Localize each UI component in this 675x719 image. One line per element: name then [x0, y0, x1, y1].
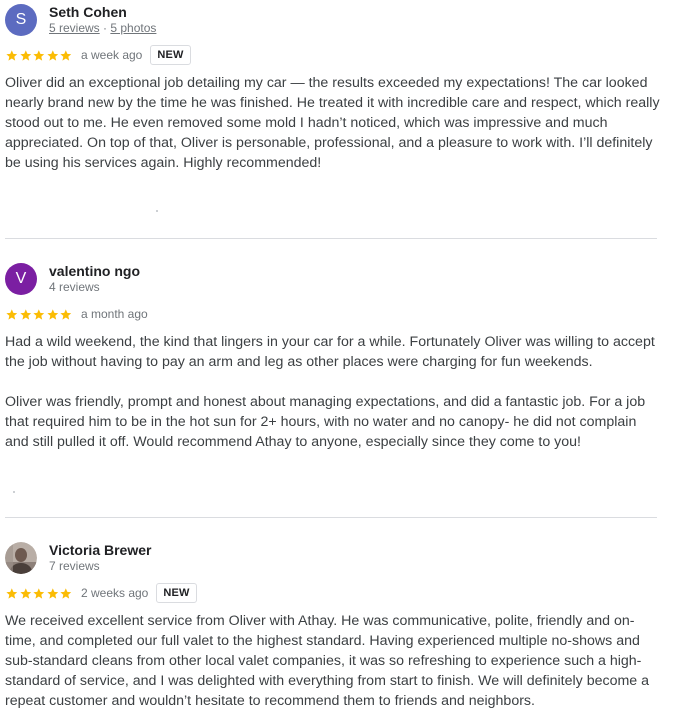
- star-icon: [33, 49, 45, 61]
- review-paragraph: Oliver was friendly, prompt and honest a…: [5, 394, 646, 450]
- star-icon: [33, 308, 45, 320]
- star-icon: [47, 49, 58, 61]
- rating-row: a week ago NEW: [5, 44, 191, 66]
- review-time: 2 weeks ago: [80, 586, 149, 600]
- meta-separator: ·: [103, 21, 108, 35]
- reviewer-name[interactable]: Seth Cohen: [49, 4, 127, 20]
- review-text: We received excellent service from Olive…: [5, 611, 660, 711]
- reviewer-name[interactable]: valentino ngo: [49, 263, 140, 279]
- reviews-count[interactable]: 7 reviews: [49, 559, 100, 573]
- review-paragraph: Oliver did an exceptional job detailing …: [5, 75, 660, 171]
- review-divider: [5, 517, 657, 518]
- review-divider: [5, 238, 657, 239]
- star-rating: [5, 308, 73, 321]
- review-paragraph: Had a wild weekend, the kind that linger…: [5, 334, 655, 370]
- reviews-count[interactable]: 4 reviews: [49, 280, 100, 294]
- star-icon: [60, 308, 72, 320]
- avatar[interactable]: [5, 542, 37, 574]
- reviewer-meta: 5 reviews · 5 photos: [49, 21, 156, 35]
- star-icon: [33, 587, 45, 599]
- avatar[interactable]: V: [5, 263, 37, 295]
- decorative-dot: [13, 491, 15, 493]
- star-rating: [5, 587, 73, 600]
- rating-row: 2 weeks ago NEW: [5, 582, 197, 604]
- profile-photo: [5, 542, 37, 574]
- star-rating: [5, 49, 73, 62]
- star-icon: [47, 587, 58, 599]
- star-icon: [6, 308, 18, 320]
- review-paragraph: We received excellent service from Olive…: [5, 613, 650, 709]
- reviewer-name[interactable]: Victoria Brewer: [49, 542, 151, 558]
- review-time: a month ago: [80, 307, 148, 321]
- avatar[interactable]: S: [5, 4, 37, 36]
- reviewer-meta: 4 reviews: [49, 280, 100, 294]
- reviews-count-link[interactable]: 5 reviews: [49, 21, 100, 35]
- reviewer-meta: 7 reviews: [49, 559, 100, 573]
- decorative-dot: [156, 210, 158, 212]
- star-icon: [19, 49, 31, 61]
- star-icon: [47, 308, 58, 320]
- review-time: a week ago: [80, 48, 143, 62]
- photos-count-link[interactable]: 5 photos: [110, 21, 156, 35]
- star-icon: [6, 49, 18, 61]
- rating-row: a month ago: [5, 303, 148, 325]
- star-icon: [60, 49, 72, 61]
- new-badge: NEW: [156, 583, 197, 603]
- new-badge: NEW: [150, 45, 191, 65]
- star-icon: [19, 587, 31, 599]
- review-text: Oliver did an exceptional job detailing …: [5, 73, 660, 173]
- star-icon: [60, 587, 72, 599]
- star-icon: [6, 587, 18, 599]
- star-icon: [19, 308, 31, 320]
- review-text: Had a wild weekend, the kind that linger…: [5, 332, 660, 452]
